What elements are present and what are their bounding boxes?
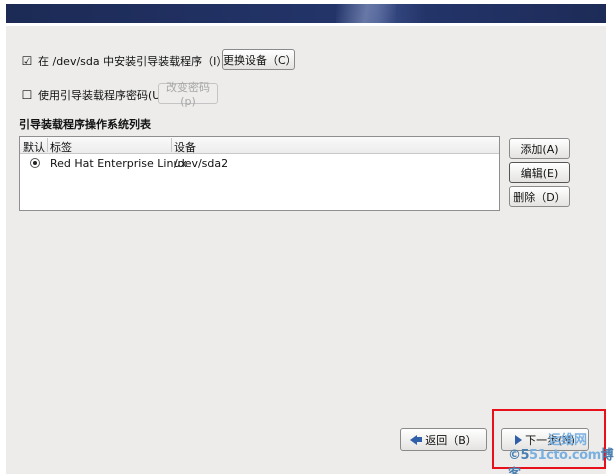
back-arrow-icon — [410, 434, 418, 445]
add-button[interactable]: 添加(A) — [509, 138, 570, 159]
bootloader-password-checkbox[interactable]: ☐ — [21, 89, 33, 101]
header-bar — [6, 4, 606, 23]
back-button[interactable]: 返回（B） — [400, 428, 487, 451]
os-list-table: 默认 标签 设备 Red Hat Enterprise Linux /dev/s… — [19, 136, 500, 211]
table-row[interactable]: Red Hat Enterprise Linux /dev/sda2 — [20, 154, 499, 172]
delete-button[interactable]: 删除（D） — [509, 186, 570, 207]
right-edge — [606, 26, 616, 474]
column-header-label[interactable]: 标签 — [50, 139, 72, 155]
radio-dot — [33, 161, 37, 165]
bootloader-password-label: 使用引导装载程序密码(U) — [38, 89, 165, 102]
install-bootloader-row: ☑ 在 /dev/sda 中安装引导装载程序（I）。 — [21, 53, 233, 69]
watermark-site: 51cto.com — [529, 448, 601, 463]
column-header-default[interactable]: 默认 — [23, 139, 45, 155]
column-separator — [47, 138, 48, 152]
column-header-device[interactable]: 设备 — [174, 139, 196, 155]
left-edge — [0, 26, 6, 474]
header-streak — [336, 4, 396, 23]
default-radio[interactable] — [30, 158, 40, 168]
table-header: 默认 标签 设备 — [20, 137, 499, 154]
edit-button[interactable]: 编辑(E) — [509, 162, 570, 183]
change-password-button[interactable]: 改变密码(p) — [158, 81, 218, 108]
bootloader-password-row: ☐ 使用引导装载程序密码(U) — [21, 87, 165, 103]
os-list-title: 引导装载程序操作系统列表 — [19, 118, 151, 131]
watermark-prefix: ©5 — [508, 448, 530, 463]
header-banner — [0, 0, 616, 26]
column-separator — [171, 138, 172, 152]
back-arrow-stub — [417, 437, 423, 442]
install-bootloader-checkbox[interactable]: ☑ — [21, 55, 33, 67]
watermark: ©551cto.com博客 — [508, 444, 616, 474]
os-device-cell: /dev/sda2 — [174, 157, 229, 170]
installer-window: ☑ 在 /dev/sda 中安装引导装载程序（I）。 更换设备（C） ☐ 使用引… — [0, 0, 616, 474]
change-device-button[interactable]: 更换设备（C） — [222, 49, 297, 70]
back-button-label: 返回（B） — [425, 433, 477, 447]
os-label-cell: Red Hat Enterprise Linux — [50, 157, 187, 170]
install-bootloader-label: 在 /dev/sda 中安装引导装载程序（I）。 — [38, 55, 233, 68]
